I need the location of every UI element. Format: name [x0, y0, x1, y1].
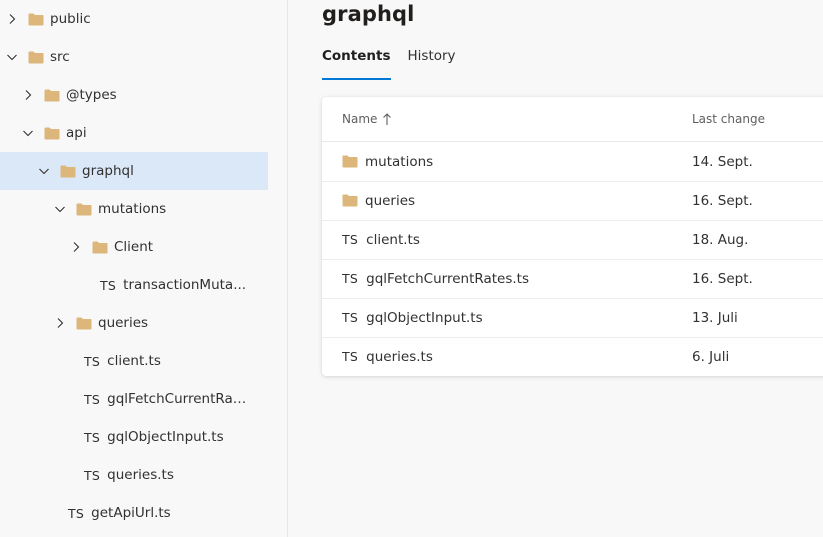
tree-item-label: @types [66, 87, 117, 103]
tree-item-label: graphql [82, 163, 134, 179]
tree-item-label: api [66, 125, 87, 141]
tab-history[interactable]: History [408, 48, 456, 80]
file-tree-sidebar: public src @types api graphql mutations Client… [0, 0, 288, 537]
table-row[interactable]: mutations 14. Sept. [322, 142, 823, 182]
tree-item-label: transactionMuta... [123, 277, 247, 293]
tree-item-label: client.ts [107, 353, 161, 369]
tree-item-gqlobjectinput-ts[interactable]: TS gqlObjectInput.ts [0, 418, 268, 456]
file-name[interactable]: mutations [365, 154, 433, 170]
ts-icon: TS [84, 353, 101, 369]
tree-item-label: Client [114, 239, 154, 255]
folder-icon [76, 315, 92, 331]
tab-bar: Contents History [322, 48, 456, 80]
folder-icon [44, 125, 60, 141]
ts-icon: TS [342, 310, 359, 325]
last-change-date: 13. Juli [692, 309, 738, 326]
folder-icon [28, 11, 44, 27]
chevron-down-icon[interactable] [4, 49, 20, 65]
column-header-name-label: Name [342, 112, 378, 126]
tree-item-label: queries.ts [107, 467, 174, 483]
tree-item-label: mutations [98, 201, 167, 217]
table-row[interactable]: TS gqlFetchCurrentRates.ts 16. Sept. [322, 259, 823, 299]
tree-item-public[interactable]: public [0, 0, 268, 38]
chevron-down-icon[interactable] [20, 125, 36, 141]
last-change-date: 16. Sept. [692, 270, 753, 287]
folder-icon [44, 87, 60, 103]
folder-icon [92, 239, 108, 255]
contents-table: Name Last change mutations 14. Sept. queri… [322, 97, 823, 376]
tree-item-label: public [50, 11, 91, 27]
folder-icon [28, 49, 44, 65]
tab-contents[interactable]: Contents [322, 48, 391, 80]
page-title: graphql [322, 2, 415, 26]
tree-item-client[interactable]: Client [0, 228, 268, 266]
cell-name: mutations [342, 142, 433, 181]
cell-name: TS client.ts [342, 220, 420, 259]
file-name[interactable]: gqlObjectInput.ts [366, 310, 482, 326]
tree-item--types[interactable]: @types [0, 76, 268, 114]
table-row[interactable]: TS queries.ts 6. Juli [322, 337, 823, 376]
tree-item-queries[interactable]: queries [0, 304, 268, 342]
last-change-date: 14. Sept. [692, 153, 753, 170]
tree-item-api[interactable]: api [0, 114, 268, 152]
ts-icon: TS [84, 467, 101, 483]
last-change-date: 6. Juli [692, 348, 730, 365]
app-window: public src @types api graphql mutations Client… [0, 0, 823, 537]
folder-icon [342, 154, 358, 170]
tree-item-client-ts[interactable]: TS client.ts [0, 342, 268, 380]
ts-icon: TS [342, 232, 359, 247]
table-row[interactable]: TS gqlObjectInput.ts 13. Juli [322, 298, 823, 338]
ts-icon: TS [84, 391, 101, 407]
tree-item-gqlfetchcurrentrat[interactable]: TS gqlFetchCurrentRat... [0, 380, 268, 418]
chevron-down-icon[interactable] [52, 201, 68, 217]
table-row[interactable]: queries 16. Sept. [322, 181, 823, 221]
cell-name: queries [342, 181, 415, 220]
file-name[interactable]: queries [365, 193, 415, 209]
tree-item-queries-ts[interactable]: TS queries.ts [0, 456, 268, 494]
tree-item-graphql[interactable]: graphql [0, 152, 268, 190]
ts-icon: TS [342, 349, 359, 364]
column-header-last-change[interactable]: Last change [692, 112, 765, 126]
folder-icon [60, 163, 76, 179]
tree-item-mutations[interactable]: mutations [0, 190, 268, 228]
table-row[interactable]: TS client.ts 18. Aug. [322, 220, 823, 260]
table-header: Name Last change [322, 97, 823, 142]
tree-item-label: gqlFetchCurrentRat... [107, 391, 248, 407]
main-content: graphql Contents History Name Last chang… [289, 0, 823, 537]
folder-icon [76, 201, 92, 217]
tree-item-label: queries [98, 315, 149, 331]
cell-name: TS gqlObjectInput.ts [342, 298, 483, 337]
tree-item-src[interactable]: src [0, 38, 268, 76]
tree-item-getapiurl-ts[interactable]: TS getApiUrl.ts [0, 494, 268, 532]
chevron-down-icon[interactable] [36, 163, 52, 179]
last-change-date: 16. Sept. [692, 192, 753, 209]
tree-item-label: gqlObjectInput.ts [107, 429, 224, 445]
tree-item-label: src [50, 49, 70, 65]
sort-ascending-icon [382, 112, 392, 126]
ts-icon: TS [84, 429, 101, 445]
chevron-right-icon[interactable] [20, 87, 36, 103]
chevron-right-icon[interactable] [68, 239, 84, 255]
tree-item-transactionmuta[interactable]: TS transactionMuta... [0, 266, 268, 304]
cell-name: TS gqlFetchCurrentRates.ts [342, 259, 529, 298]
file-name[interactable]: queries.ts [366, 349, 433, 365]
tree-item-label: getApiUrl.ts [91, 505, 171, 521]
file-name[interactable]: client.ts [366, 232, 420, 248]
ts-icon: TS [342, 271, 359, 286]
cell-name: TS queries.ts [342, 337, 433, 376]
file-name[interactable]: gqlFetchCurrentRates.ts [366, 271, 529, 287]
folder-icon [342, 193, 358, 209]
ts-icon: TS [68, 505, 85, 521]
chevron-right-icon[interactable] [52, 315, 68, 331]
last-change-date: 18. Aug. [692, 231, 749, 248]
chevron-right-icon[interactable] [4, 11, 20, 27]
ts-icon: TS [100, 277, 117, 293]
column-header-name[interactable]: Name [342, 112, 392, 126]
